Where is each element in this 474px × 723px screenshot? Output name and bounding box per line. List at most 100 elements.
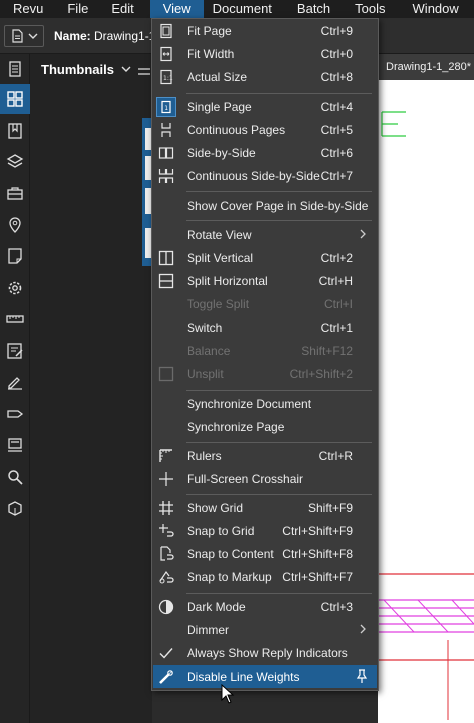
menu-item-unsplit: Unsplit Ctrl+Shift+2 (153, 362, 377, 385)
rail-studio-button[interactable] (0, 493, 30, 523)
menu-item-shortcut: Ctrl+Shift+F7 (282, 570, 353, 584)
rulers-icon (156, 446, 176, 466)
settings-icon (8, 281, 22, 295)
rail-document-button[interactable] (0, 54, 30, 84)
menu-file[interactable]: File (58, 0, 102, 18)
menu-item-fit-page[interactable]: Fit Page Ctrl+9 (153, 19, 377, 42)
rail-bookmarks-button[interactable] (0, 116, 30, 146)
menu-item-label: Show Cover Page in Side-by-Side (187, 199, 369, 213)
menu-item-always-show-reply-indicators[interactable]: Always Show Reply Indicators (153, 641, 377, 664)
thumbnails-header: Thumbnails (30, 54, 152, 84)
chevron-right-icon (360, 229, 366, 239)
menu-item-dark-mode[interactable]: Dark Mode Ctrl+3 (153, 595, 377, 618)
menu-item-full-screen-crosshair[interactable]: Full-Screen Crosshair (153, 467, 377, 490)
menu-item-snap-to-grid[interactable]: Snap to Grid Ctrl+Shift+F9 (153, 519, 377, 542)
menu-item-snap-to-content[interactable]: Snap to Content Ctrl+Shift+F8 (153, 542, 377, 565)
menu-item-label: Split Horizontal (187, 274, 268, 288)
menu-item-label: Synchronize Document (187, 397, 312, 411)
menu-batch[interactable]: Batch (288, 0, 346, 18)
rail-tags-button[interactable] (0, 399, 30, 429)
rail-search-button[interactable] (0, 462, 30, 492)
menu-item-actual-size[interactable]: 1:1 Actual Size Ctrl+8 (153, 65, 377, 88)
crosshair-icon (156, 469, 176, 489)
menu-item-show-grid[interactable]: Show Grid Shift+F9 (153, 496, 377, 519)
tags-icon (7, 410, 24, 418)
menu-item-split-vertical[interactable]: Split Vertical Ctrl+2 (153, 246, 377, 269)
menu-item-dimmer[interactable]: Dimmer (153, 618, 377, 641)
menu-item-single-page[interactable]: 1 Single Page Ctrl+4 (153, 95, 377, 118)
chevron-down-icon[interactable] (120, 63, 132, 75)
menu-item-synchronize-document[interactable]: Synchronize Document (153, 392, 377, 415)
chevron-down-icon (28, 33, 38, 39)
menu-item-shortcut: Ctrl+6 (320, 146, 353, 160)
menu-item-side-by-side[interactable]: Side-by-Side Ctrl+6 (153, 141, 377, 164)
menu-item-label: Full-Screen Crosshair (187, 472, 304, 486)
menu-view[interactable]: View (149, 0, 204, 18)
menu-item-toggle-split: Toggle Split Ctrl+I (153, 292, 377, 315)
menu-item-label: Side-by-Side (187, 146, 256, 160)
name-label: Name: (54, 29, 91, 43)
single-page-icon: 1 (156, 97, 176, 117)
menu-item-snap-to-markup[interactable]: Snap to Markup Ctrl+Shift+F7 (153, 565, 377, 588)
thumbnails-title: Thumbnails (41, 61, 114, 77)
menu-item-shortcut: Ctrl+5 (320, 123, 353, 137)
snap-to-grid-icon (156, 521, 176, 541)
menu-item-label: Show Grid (187, 501, 244, 515)
menu-item-shortcut: Ctrl+3 (320, 600, 353, 614)
svg-text:1:1: 1:1 (163, 75, 173, 82)
menu-edit[interactable]: Edit (102, 0, 149, 18)
rail-toolbox-button[interactable] (0, 178, 30, 208)
rail-thumbnails-button[interactable] (0, 84, 30, 114)
rail-settings-button[interactable] (0, 273, 30, 303)
menu-item-label: Rulers (187, 449, 222, 463)
rail-places-button[interactable] (0, 210, 30, 240)
thumbnails-icon (7, 91, 23, 107)
rail-markups-button[interactable] (0, 241, 30, 271)
rail-signature-button[interactable] (0, 367, 30, 397)
menu-separator (186, 442, 372, 443)
snap-to-markup-icon (156, 567, 176, 587)
menu-item-label: Snap to Markup (187, 570, 272, 584)
rail-measure-button[interactable] (0, 304, 30, 334)
menu-item-disable-line-weights[interactable]: Disable Line Weights (153, 665, 377, 688)
rail-sets-button[interactable] (0, 430, 30, 460)
menu-revu[interactable]: Revu (0, 0, 58, 18)
menu-item-fit-width[interactable]: Fit Width Ctrl+0 (153, 42, 377, 65)
menu-item-continuous-side-by-side[interactable]: Continuous Side-by-Side Ctrl+7 (153, 164, 377, 187)
menu-window[interactable]: Window (404, 0, 468, 18)
menu-item-label: Snap to Content (187, 547, 274, 561)
menu-item-label: Always Show Reply Indicators (187, 646, 348, 660)
menu-document[interactable]: Document (204, 0, 288, 18)
menu-tools[interactable]: Tools (346, 0, 403, 18)
menu-item-split-horizontal[interactable]: Split Horizontal Ctrl+H (153, 269, 377, 292)
toolbox-icon (7, 187, 23, 200)
menu-item-label: Unsplit (187, 367, 224, 381)
pin-icon[interactable] (355, 668, 369, 684)
menu-separator (186, 593, 372, 594)
menu-item-rotate-view[interactable]: Rotate View (153, 223, 377, 246)
thumbnail-size-icon[interactable] (136, 61, 152, 77)
checkmark-icon (156, 643, 176, 663)
menu-item-show-cover-page[interactable]: Show Cover Page in Side-by-Side (153, 194, 377, 217)
rail-forms-button[interactable] (0, 336, 30, 366)
sets-icon (8, 438, 22, 452)
menu-item-continuous-pages[interactable]: Continuous Pages Ctrl+5 (153, 118, 377, 141)
fit-width-icon (156, 44, 176, 64)
menu-item-rulers[interactable]: Rulers Ctrl+R (153, 444, 377, 467)
menu-item-switch[interactable]: Switch Ctrl+1 (153, 316, 377, 339)
menu-item-synchronize-page[interactable]: Synchronize Page (153, 415, 377, 438)
document-dropdown-button[interactable] (4, 25, 44, 47)
menu-item-label: Actual Size (187, 70, 248, 84)
left-panel-rail (0, 54, 30, 723)
rail-layers-button[interactable] (0, 147, 30, 177)
menu-item-label: Rotate View (187, 228, 252, 242)
menu-item-shortcut: Shift+F9 (307, 501, 353, 515)
document-tab[interactable]: Drawing1-1_280* (378, 54, 474, 80)
drawing-canvas[interactable] (378, 80, 474, 723)
line-weights-icon (156, 667, 176, 687)
menu-item-label: Fit Page (187, 24, 232, 38)
mouse-cursor-icon (221, 684, 235, 704)
menu-item-label: Dimmer (187, 623, 229, 637)
menu-bar: Revu File Edit View Document Batch Tools… (0, 0, 474, 18)
menu-item-shortcut: Ctrl+Shift+F8 (282, 547, 353, 561)
